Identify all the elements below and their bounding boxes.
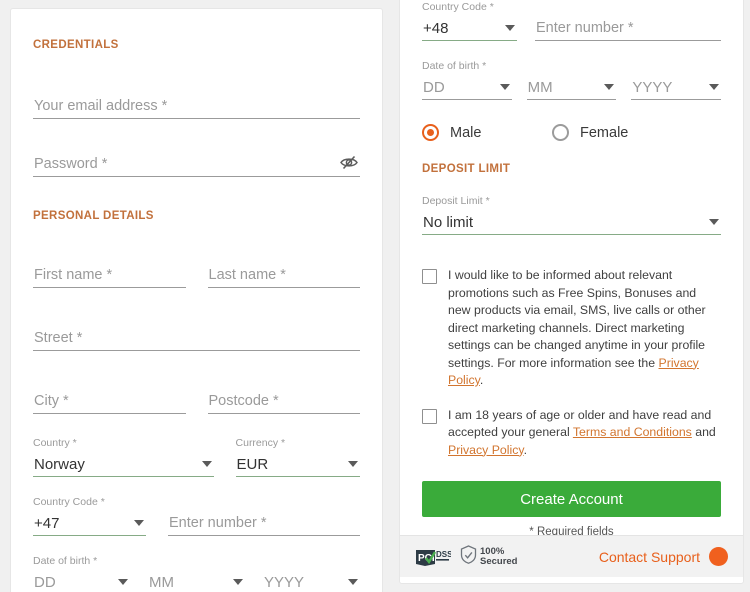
radio-selected-icon xyxy=(422,124,439,141)
dob-year-select[interactable]: YYYY xyxy=(263,569,360,592)
chevron-down-icon xyxy=(134,520,144,526)
gender-male-label: Male xyxy=(450,125,481,141)
last-name-field[interactable]: Last name * xyxy=(208,262,361,288)
city-placeholder: City * xyxy=(34,393,69,409)
postcode-placeholder: Postcode * xyxy=(209,393,279,409)
card-footer: PCI DSS 100% Secured xyxy=(400,535,743,577)
registration-form-left-column: CREDENTIALS Your email address * Passwor… xyxy=(10,8,383,592)
dob-day-value: DD xyxy=(423,79,445,96)
dob-year-value: YYYY xyxy=(264,574,304,591)
dob-month-select[interactable]: MM xyxy=(527,74,617,100)
secured-percent: 100% xyxy=(480,547,518,557)
currency-select[interactable]: EUR xyxy=(236,451,360,477)
age-text-3: . xyxy=(524,443,527,457)
dob-month-value: MM xyxy=(528,79,553,96)
eye-slash-icon[interactable] xyxy=(338,153,360,171)
city-field[interactable]: City * xyxy=(33,388,186,414)
gender-radio-male[interactable]: Male xyxy=(422,124,552,141)
chevron-down-icon xyxy=(202,461,212,467)
phone-number-field[interactable]: Enter number * xyxy=(168,510,360,536)
marketing-text-1: I would like to be informed about releva… xyxy=(448,268,706,370)
date-of-birth-label: Date of birth * xyxy=(33,555,360,568)
contact-support-label: Contact Support xyxy=(599,549,700,565)
country-label: Country * xyxy=(33,437,214,450)
country-select[interactable]: Norway xyxy=(33,451,214,477)
email-field[interactable]: Your email address * xyxy=(33,93,360,119)
terms-and-conditions-link[interactable]: Terms and Conditions xyxy=(573,425,692,439)
age-text-2: and xyxy=(692,425,716,439)
country-code-select[interactable]: +47 xyxy=(33,510,146,536)
chevron-down-icon xyxy=(709,219,719,225)
first-name-placeholder: First name * xyxy=(34,267,112,283)
pci-dss-badge-icon: PCI DSS xyxy=(415,547,451,567)
chevron-down-icon xyxy=(500,84,510,90)
deposit-limit-value: No limit xyxy=(423,214,473,231)
last-name-placeholder: Last name * xyxy=(209,267,286,283)
country-value: Norway xyxy=(34,456,85,473)
email-placeholder: Your email address * xyxy=(34,98,167,114)
age-consent-row[interactable]: I am 18 years of age or older and have r… xyxy=(422,407,721,460)
chevron-down-icon xyxy=(505,25,515,31)
chevron-down-icon xyxy=(604,84,614,90)
deposit-limit-label: Deposit Limit * xyxy=(422,195,721,208)
phone-number-field[interactable]: Enter number * xyxy=(535,15,721,41)
dob-day-select[interactable]: DD xyxy=(33,569,130,592)
chevron-down-icon xyxy=(118,579,128,585)
dob-month-value: MM xyxy=(149,574,174,591)
dob-day-value: DD xyxy=(34,574,56,591)
deposit-limit-heading: DEPOSIT LIMIT xyxy=(422,163,721,175)
dob-year-select[interactable]: YYYY xyxy=(631,74,721,100)
chevron-down-icon xyxy=(709,84,719,90)
credentials-heading: CREDENTIALS xyxy=(33,39,360,51)
deposit-limit-select[interactable]: No limit xyxy=(422,209,721,235)
marketing-consent-checkbox[interactable] xyxy=(422,269,437,284)
password-placeholder: Password * xyxy=(34,156,107,172)
headset-icon xyxy=(709,547,728,566)
gender-female-label: Female xyxy=(580,125,628,141)
chevron-down-icon xyxy=(233,579,243,585)
personal-details-heading: PERSONAL DETAILS xyxy=(33,210,360,222)
radio-unselected-icon xyxy=(552,124,569,141)
gender-radio-female[interactable]: Female xyxy=(552,124,628,141)
street-placeholder: Street * xyxy=(34,330,82,346)
registration-page: CREDENTIALS Your email address * Passwor… xyxy=(0,0,750,592)
street-field[interactable]: Street * xyxy=(33,325,360,351)
phone-placeholder: Enter number * xyxy=(536,20,634,36)
country-code-label: Country Code * xyxy=(33,496,146,509)
currency-label: Currency * xyxy=(236,437,360,450)
country-code-value: +47 xyxy=(34,515,59,532)
password-field[interactable]: Password * xyxy=(33,151,360,177)
dob-day-select[interactable]: DD xyxy=(422,74,512,100)
dob-year-value: YYYY xyxy=(632,79,672,96)
marketing-consent-text: I would like to be informed about releva… xyxy=(448,267,721,390)
first-name-field[interactable]: First name * xyxy=(33,262,186,288)
chevron-down-icon xyxy=(348,579,358,585)
secured-word: Secured xyxy=(480,557,518,567)
chevron-down-icon xyxy=(348,461,358,467)
secured-shield-icon xyxy=(460,545,477,569)
privacy-policy-link[interactable]: Privacy Policy xyxy=(448,443,524,457)
age-consent-text: I am 18 years of age or older and have r… xyxy=(448,407,721,460)
age-consent-checkbox[interactable] xyxy=(422,409,437,424)
dob-month-select[interactable]: MM xyxy=(148,569,245,592)
currency-value: EUR xyxy=(237,456,269,473)
registration-form-right-column: Country Code * +48 Enter number * Date o… xyxy=(399,0,744,584)
country-code-select[interactable]: +48 xyxy=(422,15,517,41)
svg-text:DSS: DSS xyxy=(436,550,451,559)
country-code-label: Country Code * xyxy=(422,1,517,14)
secured-label: 100% Secured xyxy=(480,547,518,567)
phone-placeholder: Enter number * xyxy=(169,515,267,531)
marketing-text-2: . xyxy=(480,373,483,387)
contact-support-button[interactable]: Contact Support xyxy=(599,547,728,566)
date-of-birth-label: Date of birth * xyxy=(422,60,721,73)
create-account-button[interactable]: Create Account xyxy=(422,481,721,517)
marketing-consent-row[interactable]: I would like to be informed about releva… xyxy=(422,267,721,390)
country-code-value: +48 xyxy=(423,20,448,37)
postcode-field[interactable]: Postcode * xyxy=(208,388,361,414)
